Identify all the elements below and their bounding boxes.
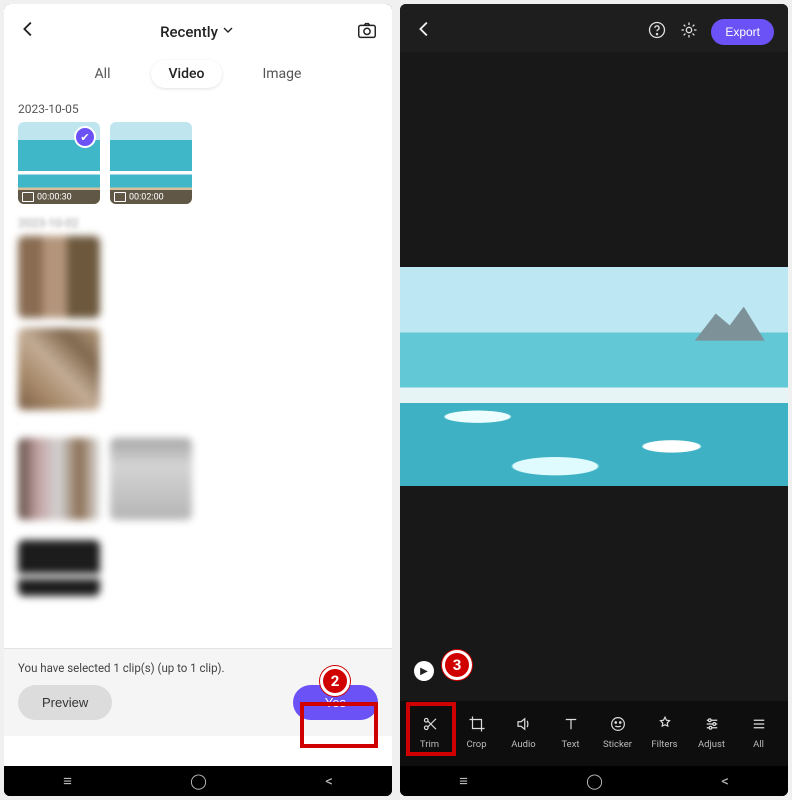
nav-recent-icon[interactable]: ≡ — [459, 772, 468, 790]
section-date-1: 2023-10-02 — [4, 214, 392, 236]
help-icon[interactable] — [647, 20, 667, 45]
tool-adjust[interactable]: Adjust — [688, 707, 735, 756]
back-icon[interactable] — [414, 18, 436, 46]
tool-text[interactable]: Text — [547, 707, 594, 756]
video-preview[interactable]: ▶ — [400, 52, 788, 701]
media-type-tabs: All Video Image — [4, 52, 392, 100]
thumbs-row-0: 00:00:30 00:02:00 — [4, 122, 392, 214]
android-nav-bar: ≡ ◯ < — [400, 766, 788, 796]
album-title: Recently — [160, 23, 218, 41]
phone-video-editor: Export ▶ Trim Crop — [400, 4, 788, 796]
text-icon — [562, 713, 580, 735]
gear-icon[interactable] — [679, 20, 699, 45]
video-thumb[interactable]: 00:00:30 — [18, 122, 100, 204]
tab-video[interactable]: Video — [151, 60, 223, 88]
tab-all[interactable]: All — [77, 60, 129, 88]
tab-image[interactable]: Image — [244, 60, 319, 88]
play-icon[interactable]: ▶ — [414, 661, 434, 681]
video-thumb[interactable] — [18, 236, 100, 318]
album-selector[interactable]: Recently — [46, 22, 350, 42]
tool-audio[interactable]: Audio — [500, 707, 547, 756]
picker-header: Recently — [4, 4, 392, 52]
section-date-0: 2023-10-05 — [4, 100, 392, 122]
tool-filters[interactable]: Filters — [641, 707, 688, 756]
video-thumb[interactable] — [18, 328, 100, 410]
sticker-icon — [609, 713, 627, 735]
video-duration: 00:02:00 — [110, 190, 192, 204]
nav-back-icon[interactable]: < — [325, 772, 333, 790]
nav-home-icon[interactable]: ◯ — [586, 772, 603, 790]
crop-icon — [468, 713, 486, 735]
nav-back-icon[interactable]: < — [721, 772, 729, 790]
preview-button[interactable]: Preview — [18, 685, 112, 720]
thumbs-row-4 — [4, 540, 392, 606]
tool-sticker[interactable]: Sticker — [594, 707, 641, 756]
tool-all[interactable]: All — [735, 707, 782, 756]
export-button[interactable]: Export — [711, 19, 774, 45]
filters-icon — [656, 713, 674, 735]
editor-header: Export — [400, 4, 788, 52]
selection-footer: You have selected 1 clip(s) (up to 1 cli… — [4, 648, 392, 736]
audio-icon — [515, 713, 533, 735]
video-thumb[interactable] — [18, 540, 100, 596]
video-thumb[interactable] — [18, 438, 100, 520]
thumbs-row-3 — [4, 438, 392, 530]
video-thumb[interactable]: 00:02:00 — [110, 122, 192, 204]
thumbs-row-2 — [4, 328, 392, 420]
thumbs-row-1 — [4, 236, 392, 328]
editor-toolbar: Trim Crop Audio Text — [400, 701, 788, 766]
nav-recent-icon[interactable]: ≡ — [63, 772, 72, 790]
video-thumb[interactable] — [110, 438, 192, 520]
nav-home-icon[interactable]: ◯ — [190, 772, 207, 790]
yes-button[interactable]: Yes — [293, 685, 378, 720]
phone-gallery-picker: Recently All Video Image 2023-10-05 00:0… — [4, 4, 392, 796]
video-frame — [400, 267, 788, 485]
adjust-icon — [703, 713, 721, 735]
camera-icon[interactable] — [350, 19, 378, 46]
selection-message: You have selected 1 clip(s) (up to 1 cli… — [18, 661, 378, 675]
android-nav-bar: ≡ ◯ < — [4, 766, 392, 796]
tool-trim[interactable]: Trim — [406, 707, 453, 756]
chevron-down-icon — [220, 22, 236, 42]
scissors-icon — [421, 713, 439, 735]
menu-icon — [750, 713, 768, 735]
scenery-mountain — [695, 307, 765, 341]
video-duration: 00:00:30 — [18, 190, 100, 204]
back-icon[interactable] — [18, 18, 46, 46]
tool-crop[interactable]: Crop — [453, 707, 500, 756]
